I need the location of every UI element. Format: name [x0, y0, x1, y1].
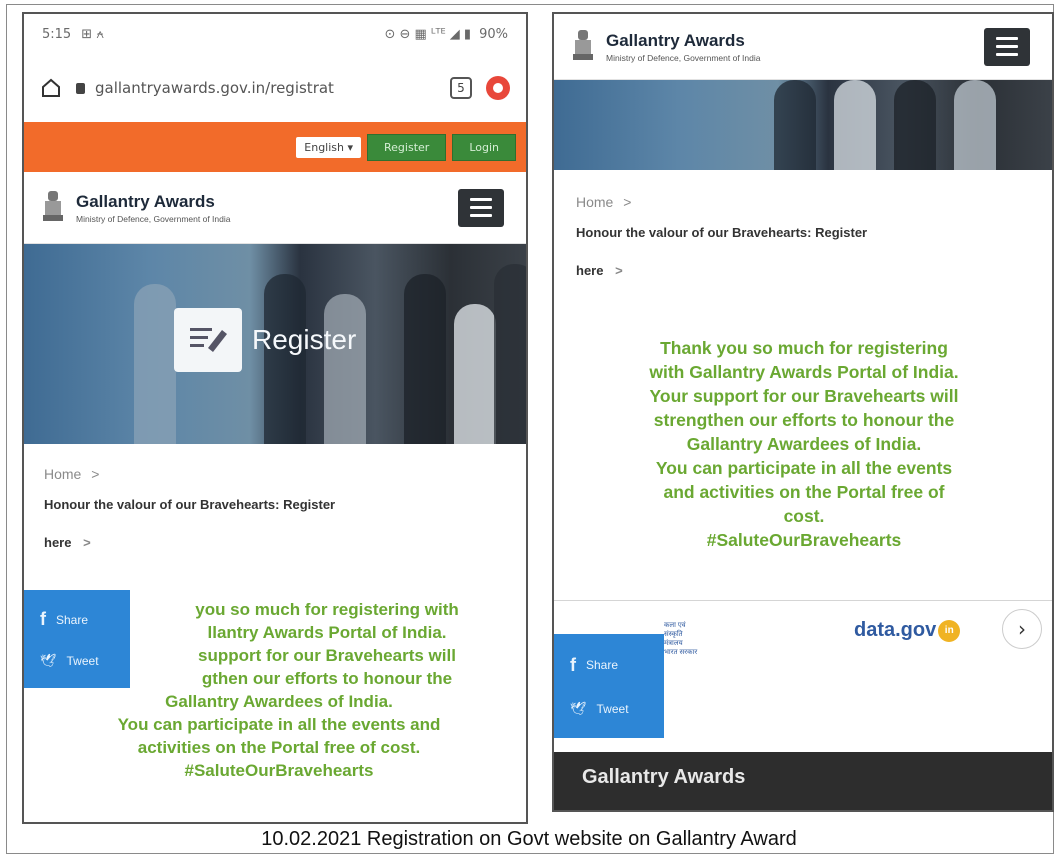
- chevron-right-icon: >: [91, 466, 100, 482]
- page-title-line2: here: [44, 535, 72, 550]
- chevron-right-icon: >: [623, 194, 632, 210]
- menu-toggle-button[interactable]: [984, 27, 1030, 66]
- share-label: Share: [56, 612, 89, 627]
- image-caption: 10.02.2021 Registration on Govt website …: [261, 828, 797, 850]
- ministry-logo[interactable]: कला एवं संस्कृति मंत्रालय भारत सरकार: [664, 621, 697, 657]
- national-emblem-icon: [570, 28, 596, 66]
- carousel-next-button[interactable]: ›: [1002, 609, 1042, 649]
- breadcrumb: Home >: [576, 194, 631, 210]
- brand[interactable]: Gallantry Awards Ministry of Defence, Go…: [606, 31, 761, 63]
- status-bar: 5:15 ⊞ ⍲ ⊙ ⊖ ▦ ᴸᵀᴱ ◢ ▮ 90%: [24, 14, 526, 54]
- register-banner: Register: [24, 244, 526, 444]
- brand-title: Gallantry Awards: [76, 191, 215, 211]
- chevron-right-icon: >: [83, 535, 91, 550]
- tab-switcher-button[interactable]: 5: [450, 77, 472, 99]
- status-right-icons: ⊙ ⊖ ▦ ᴸᵀᴱ ◢ ▮: [384, 26, 472, 42]
- message-line: Gallantry Awardees of India.: [686, 434, 922, 454]
- message-line: activities on the Portal free of cost.: [137, 738, 421, 757]
- page-title: Honour the valour of our Bravehearts: Re…: [44, 486, 514, 562]
- page-title: Honour the valour of our Bravehearts: Re…: [576, 214, 1036, 290]
- national-emblem-icon: [40, 189, 66, 227]
- site-header: Gallantry Awards Ministry of Defence, Go…: [554, 14, 1052, 80]
- datagov-badge: in: [938, 619, 961, 642]
- chevron-right-icon: >: [615, 263, 623, 278]
- home-icon[interactable]: [40, 77, 62, 99]
- facebook-icon: f: [40, 609, 46, 630]
- share-widget: f Share 🕊 Tweet: [24, 590, 130, 688]
- message-line: cost.: [783, 506, 825, 526]
- banner-image: [554, 80, 1052, 170]
- tweet-button[interactable]: 🕊 Tweet: [40, 653, 114, 669]
- breadcrumb: Home >: [44, 466, 99, 482]
- login-button[interactable]: Login: [452, 133, 516, 161]
- tweet-label: Tweet: [596, 702, 629, 717]
- browser-menu-icon[interactable]: [486, 76, 510, 100]
- message-line: You can participate in all the events: [655, 458, 953, 478]
- address-field[interactable]: gallantryawards.gov.in/registrat: [76, 79, 436, 97]
- browser-url-bar: gallantryawards.gov.in/registrat 5: [24, 58, 526, 118]
- battery-level: 90%: [479, 26, 508, 42]
- brand-subtitle: Ministry of Defence, Government of India: [76, 213, 231, 224]
- message-line: and activities on the Portal free of: [663, 482, 945, 502]
- status-left-icons: ⊞ ⍲: [81, 26, 105, 42]
- page-title-line: Honour the valour of our Bravehearts: Re…: [44, 497, 336, 512]
- twitter-icon: 🕊: [40, 652, 57, 668]
- menu-toggle-button[interactable]: [458, 188, 504, 227]
- banner-title: Register: [252, 324, 357, 355]
- page-title-line: Honour the valour of our Bravehearts: Re…: [576, 225, 868, 240]
- page-title-line2: here: [576, 263, 604, 278]
- message-line: with Gallantry Awards Portal of India.: [649, 362, 959, 382]
- facebook-share-button[interactable]: f Share: [40, 609, 114, 630]
- right-phone-screen: Gallantry Awards Ministry of Defence, Go…: [552, 12, 1054, 812]
- tweet-label: Tweet: [66, 653, 99, 668]
- brand-subtitle: Ministry of Defence, Government of India: [606, 52, 761, 63]
- breadcrumb-home[interactable]: Home: [44, 466, 81, 482]
- message-line: strengthen our efforts to honour the: [653, 410, 955, 430]
- register-edit-icon: [174, 308, 242, 372]
- message-line: Gallantry Awardees of India.: [165, 692, 393, 711]
- site-header: Gallantry Awards Ministry of Defence, Go…: [24, 172, 526, 244]
- message-line: #SaluteOurBravehearts: [184, 761, 374, 780]
- site-footer: Gallantry Awards: [554, 752, 1052, 810]
- status-time: 5:15: [42, 26, 72, 42]
- message-line: You can participate in all the events an…: [117, 715, 441, 734]
- brand-title: Gallantry Awards: [606, 30, 745, 50]
- datagov-logo[interactable]: data.gov in: [854, 619, 961, 642]
- thank-you-message: Thank you so much for registering with G…: [564, 336, 1044, 552]
- brand[interactable]: Gallantry Awards Ministry of Defence, Go…: [76, 192, 231, 224]
- register-button[interactable]: Register: [367, 133, 447, 161]
- datagov-text: data.gov: [854, 619, 937, 641]
- message-line: #SaluteOurBravehearts: [706, 530, 902, 550]
- top-utility-strip: English ▾ Register Login: [24, 122, 526, 172]
- share-widget: f Share 🕊 Tweet: [554, 634, 664, 738]
- message-line: Your support for our Bravehearts will: [649, 386, 959, 406]
- breadcrumb-home[interactable]: Home: [576, 194, 613, 210]
- left-phone-screen: 5:15 ⊞ ⍲ ⊙ ⊖ ▦ ᴸᵀᴱ ◢ ▮ 90% gallantryawar…: [22, 12, 528, 824]
- language-select[interactable]: English ▾: [296, 136, 362, 158]
- twitter-icon: 🕊: [570, 701, 587, 717]
- tweet-button[interactable]: 🕊 Tweet: [570, 701, 648, 717]
- message-line: Thank you so much for registering: [660, 338, 948, 358]
- lock-icon: [76, 82, 85, 94]
- facebook-icon: f: [570, 654, 576, 675]
- footer-title: Gallantry Awards: [582, 766, 746, 788]
- url-value: gallantryawards.gov.in/registrat: [95, 79, 334, 97]
- facebook-share-button[interactable]: f Share: [570, 655, 648, 676]
- share-label: Share: [586, 658, 619, 673]
